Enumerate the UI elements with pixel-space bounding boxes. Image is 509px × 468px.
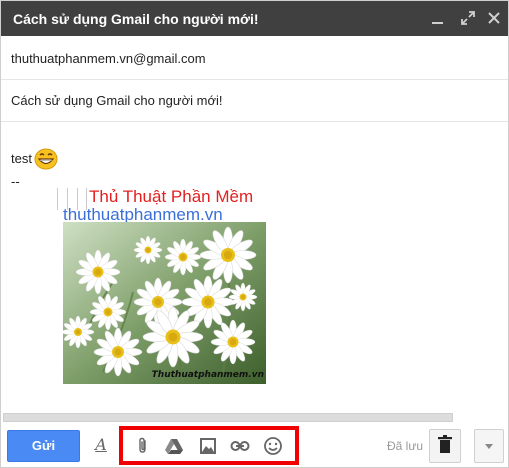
- body-text: test: [11, 151, 32, 166]
- drive-icon[interactable]: [164, 436, 184, 456]
- insert-link-icon[interactable]: [230, 436, 250, 456]
- formatting-icon[interactable]: A: [93, 435, 109, 457]
- to-field[interactable]: thuthuatphanmem.vn@gmail.com: [1, 36, 508, 80]
- grinning-face-emoji-icon: [34, 148, 58, 170]
- window-title: Cách sử dụng Gmail cho người mới!: [13, 11, 259, 27]
- insert-photo-icon[interactable]: [198, 436, 218, 456]
- signature-separator: --: [11, 174, 20, 189]
- more-options-button[interactable]: [474, 429, 504, 463]
- minimize-icon[interactable]: [429, 9, 447, 27]
- insert-emoji-icon[interactable]: [263, 436, 283, 456]
- recipient-chip[interactable]: thuthuatphanmem.vn@gmail.com: [11, 51, 206, 66]
- compose-toolbar: Gửi A Đã lưu: [1, 423, 508, 468]
- trash-icon: [438, 435, 452, 453]
- compose-titlebar[interactable]: Cách sử dụng Gmail cho người mới!: [1, 1, 508, 36]
- chevron-down-icon: [485, 444, 493, 449]
- compose-window: Cách sử dụng Gmail cho người mới! thuthu…: [0, 0, 509, 468]
- subject-field[interactable]: Cách sử dụng Gmail cho người mới!: [1, 80, 508, 122]
- signature-image: Thuthuatphanmem.vn: [63, 222, 266, 384]
- full-screen-icon[interactable]: [459, 9, 477, 27]
- discard-draft-button[interactable]: [429, 429, 461, 463]
- saved-status: Đã lưu: [387, 439, 424, 453]
- attach-icon[interactable]: [133, 436, 153, 456]
- close-icon[interactable]: [485, 9, 503, 27]
- image-watermark: Thuthuatphanmem.vn: [151, 370, 264, 380]
- send-button[interactable]: Gửi: [7, 430, 80, 462]
- signature-title: Thủ Thuật Phần Mềm: [89, 187, 254, 206]
- subject-input[interactable]: Cách sử dụng Gmail cho người mới!: [11, 93, 222, 108]
- horizontal-scrollbar[interactable]: [3, 413, 453, 422]
- message-body[interactable]: test -- Thủ Thuật Phần Mềm thuthuatphanm…: [1, 122, 508, 422]
